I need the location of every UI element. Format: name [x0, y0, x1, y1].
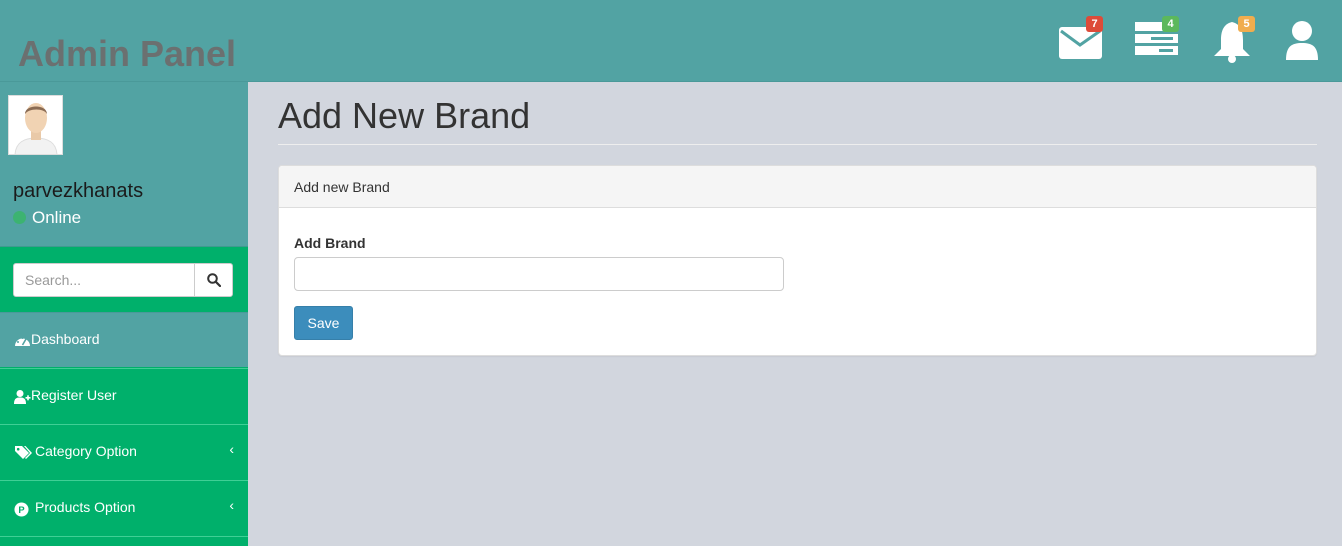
brand-name-input[interactable] [294, 257, 784, 291]
title-divider [278, 144, 1317, 145]
tags-icon [15, 446, 32, 459]
user-icon [1286, 21, 1318, 60]
sidebar-item-label: Dashboard [31, 331, 100, 347]
product-p-icon: P [14, 502, 29, 517]
sidebar: parvezkhanats Online Dashboard R [0, 82, 248, 546]
save-button[interactable]: Save [294, 306, 353, 340]
sidebar-item-label: Products Option [35, 499, 136, 515]
user-menu-button[interactable] [1283, 18, 1329, 64]
sidebar-item-category-option[interactable]: Category Option ‹ [0, 424, 248, 479]
sidebar-item-products-option[interactable]: P Products Option ‹ [0, 480, 248, 535]
add-brand-label: Add Brand [294, 235, 366, 251]
tasks-badge: 4 [1162, 16, 1179, 32]
notifications-button[interactable]: 5 [1210, 16, 1256, 64]
chevron-left-icon: ‹ [229, 441, 234, 457]
page-title: Add New Brand [278, 95, 531, 136]
tasks-button[interactable]: 4 [1134, 16, 1180, 64]
sidebar-search [13, 263, 233, 297]
app-brand[interactable]: Admin Panel [18, 33, 236, 75]
add-brand-panel: Add new Brand Add Brand Save [278, 165, 1317, 356]
search-button[interactable] [194, 264, 232, 296]
search-input[interactable] [14, 264, 195, 296]
avatar [8, 95, 63, 155]
top-navbar: Admin Panel 7 4 5 [0, 0, 1342, 82]
notifications-badge: 5 [1238, 16, 1255, 32]
user-plus-icon [14, 390, 31, 404]
sidebar-item-dashboard[interactable]: Dashboard [0, 312, 248, 367]
status-dot-icon [13, 211, 26, 224]
avatar-placeholder-icon [9, 96, 62, 154]
messages-badge: 7 [1086, 16, 1103, 32]
dashboard-icon [15, 337, 30, 346]
sidebar-item-label: Register User [31, 387, 117, 403]
panel-title: Add new Brand [294, 179, 390, 195]
sidebar-item-label: Category Option [35, 443, 137, 459]
messages-button[interactable]: 7 [1058, 16, 1104, 64]
sidebar-item-next [0, 536, 248, 546]
search-icon [206, 273, 221, 287]
online-status: Online [13, 208, 81, 228]
username: parvezkhanats [13, 180, 144, 202]
chevron-left-icon: ‹ [229, 497, 234, 513]
status-label: Online [32, 208, 82, 227]
user-panel: parvezkhanats Online [0, 82, 248, 247]
sidebar-item-register-user[interactable]: Register User [0, 368, 248, 423]
panel-header: Add new Brand [279, 166, 1316, 208]
svg-text:P: P [18, 505, 24, 515]
